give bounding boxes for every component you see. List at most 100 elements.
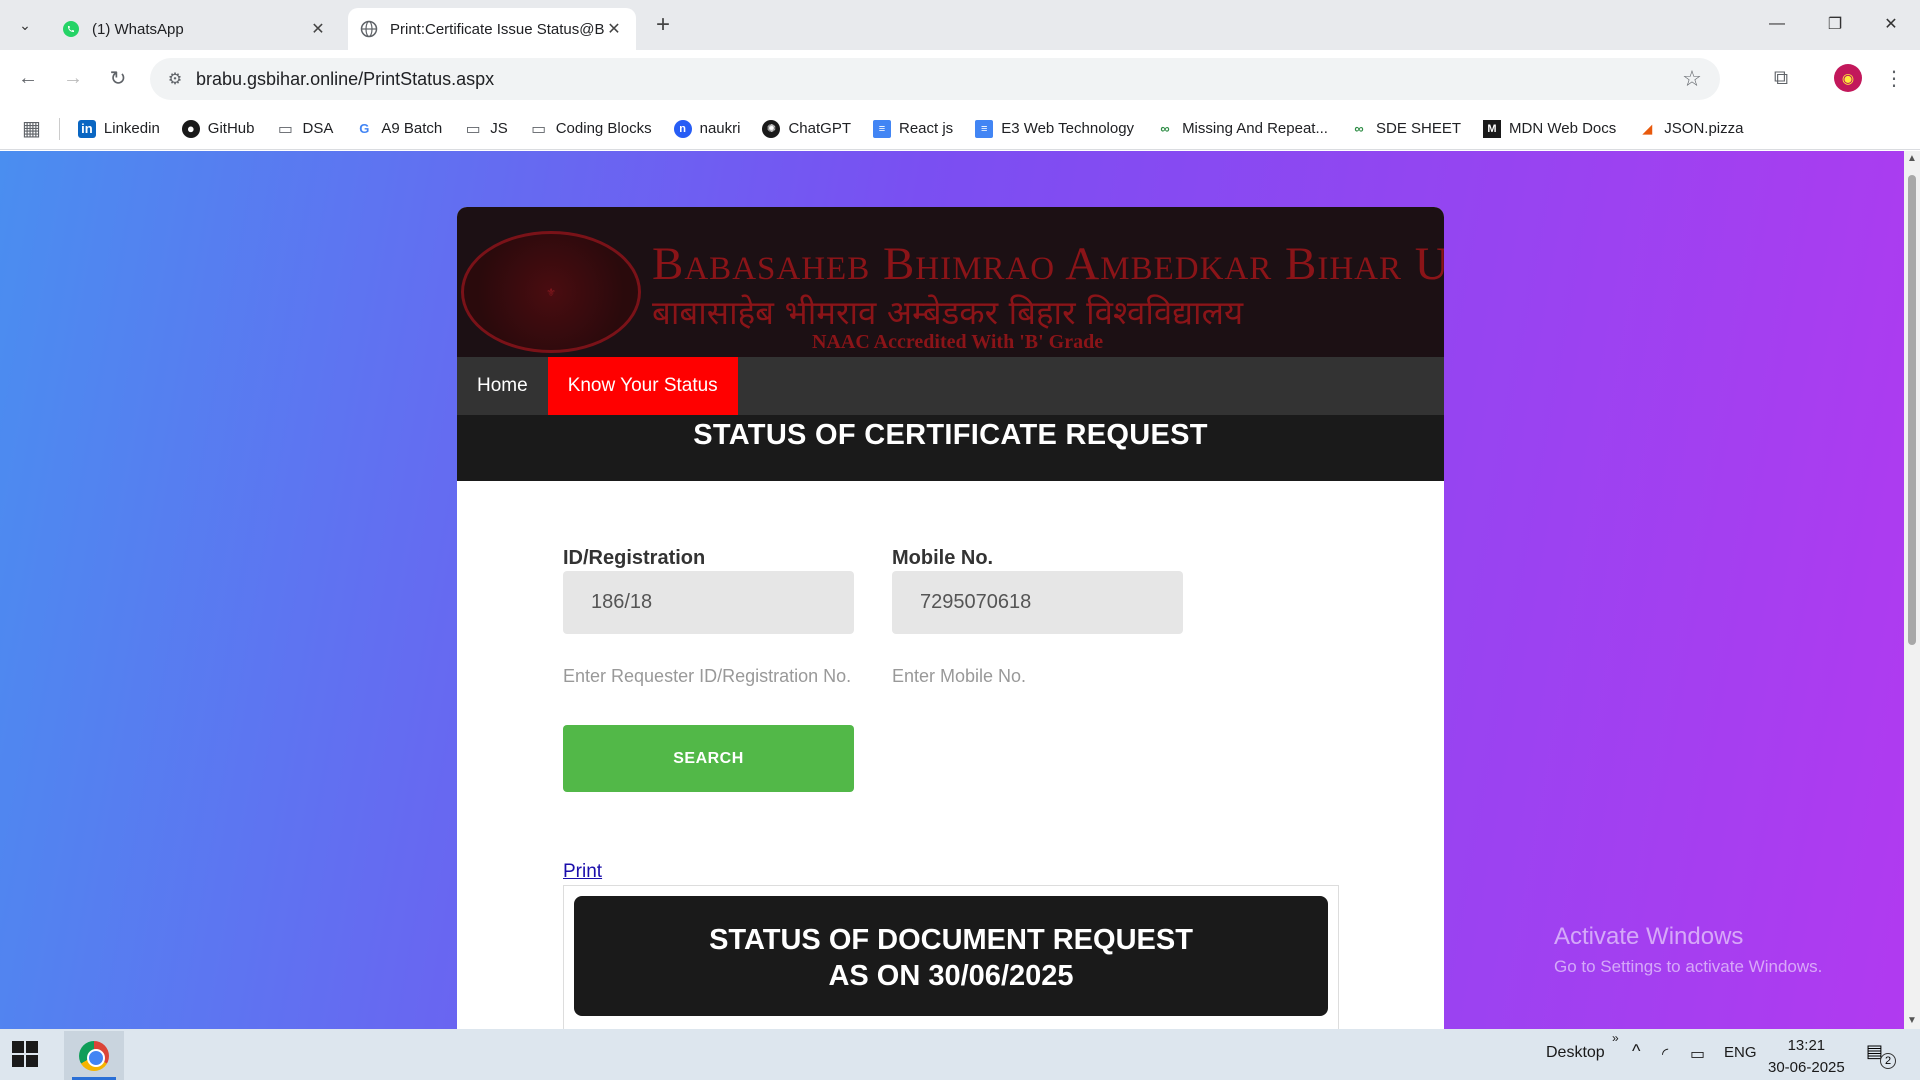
bookmark-github[interactable]: ● GitHub: [181, 119, 255, 138]
gfg-icon: ∞: [1160, 121, 1170, 136]
forward-button[interactable]: →: [55, 60, 91, 96]
mdn-icon: M: [1483, 119, 1502, 138]
chevron-down-icon: ⌄: [19, 16, 31, 33]
bookmark-react-js[interactable]: ≡ React js: [873, 119, 953, 138]
github-icon: ●: [181, 119, 200, 138]
clock-time: 13:21: [1787, 1037, 1826, 1054]
apps-grid-icon[interactable]: ▦: [22, 116, 41, 141]
google-icon: G: [359, 121, 370, 136]
page-scrollbar[interactable]: ▲ ▼: [1904, 151, 1920, 1029]
bookmark-label: JS: [490, 120, 508, 137]
bookmark-label: GitHub: [207, 120, 255, 137]
restore-button[interactable]: ❐: [1806, 0, 1864, 48]
battery-icon[interactable]: ▭: [1690, 1044, 1705, 1064]
toolbar-expand-icon[interactable]: »: [1612, 1031, 1619, 1045]
close-icon[interactable]: ✕: [604, 19, 624, 39]
folder-icon: ▭: [277, 120, 294, 138]
nav-home[interactable]: Home: [457, 357, 548, 415]
wifi-icon[interactable]: ◜: [1662, 1044, 1668, 1064]
id-label: ID/Registration: [563, 547, 706, 569]
whatsapp-icon: [62, 20, 80, 38]
id-help-text: Enter Requester ID/Registration No.: [563, 666, 852, 686]
new-tab-button[interactable]: +: [648, 10, 678, 40]
scrollbar-thumb[interactable]: [1908, 175, 1916, 645]
document-status-heading-line1: STATUS OF DOCUMENT REQUEST: [709, 924, 1193, 956]
profile-button[interactable]: ◉: [1830, 60, 1866, 96]
document-status-heading-line2: AS ON 30/06/2025: [828, 960, 1074, 992]
back-button[interactable]: ←: [10, 60, 46, 96]
chrome-icon: [79, 1040, 109, 1071]
watermark-line1: Activate Windows: [1554, 923, 1744, 950]
notification-center-button[interactable]: ▤ 2: [1866, 1041, 1896, 1069]
extensions-button[interactable]: ⧉: [1763, 60, 1799, 96]
chatgpt-icon: ✺: [762, 119, 781, 138]
bookmark-label: Linkedin: [103, 120, 160, 137]
star-icon[interactable]: ☆: [1672, 66, 1712, 92]
tab-title: Print:Certificate Issue Status@BI: [390, 20, 604, 38]
bookmark-a9-batch[interactable]: G A9 Batch: [355, 120, 442, 138]
activate-windows-watermark: Activate Windows Go to Settings to activ…: [1554, 923, 1822, 977]
url-text[interactable]: brabu.gsbihar.online/PrintStatus.aspx: [196, 69, 1672, 90]
system-clock[interactable]: 13:21 30-06-2025: [1768, 1035, 1845, 1079]
scroll-up-icon[interactable]: ▲: [1907, 153, 1917, 164]
taskbar-chrome[interactable]: [64, 1031, 124, 1080]
bookmark-label: ChatGPT: [788, 120, 851, 137]
doc-icon: ≡: [975, 119, 994, 138]
menu-button[interactable]: ⋮: [1876, 60, 1912, 96]
tab-certificate-status[interactable]: Print:Certificate Issue Status@BI ✕: [348, 8, 636, 50]
desktop-toolbar-label[interactable]: Desktop: [1546, 1044, 1605, 1062]
naukri-icon: n: [673, 119, 692, 138]
bookmark-mdn-web-docs[interactable]: M MDN Web Docs: [1483, 119, 1616, 138]
scroll-down-icon[interactable]: ▼: [1907, 1015, 1917, 1026]
bookmark-label: Coding Blocks: [555, 120, 652, 137]
page-title: STATUS OF CERTIFICATE REQUEST: [457, 415, 1444, 481]
close-icon[interactable]: ✕: [308, 19, 328, 39]
site-nav: Home Know Your Status: [457, 357, 1444, 415]
bookmark-sde-sheet[interactable]: ∞ SDE SHEET: [1350, 120, 1461, 138]
bookmark-label: A9 Batch: [381, 120, 443, 137]
tray-chevron-up-icon[interactable]: ^: [1632, 1041, 1640, 1062]
arrow-left-icon: ←: [18, 66, 38, 89]
browser-toolbar: ← → ↻ ⚙ brabu.gsbihar.online/PrintStatus…: [0, 50, 1920, 108]
bookmark-label: Missing And Repeat...: [1182, 120, 1328, 137]
bookmark-coding-blocks[interactable]: ▭ Coding Blocks: [530, 120, 652, 138]
linkedin-icon: in: [77, 119, 96, 138]
bookmark-js[interactable]: ▭ JS: [464, 120, 508, 138]
university-emblem: ⚜: [461, 231, 641, 353]
document-status-heading: STATUS OF DOCUMENT REQUEST AS ON 30/06/2…: [574, 896, 1328, 1016]
globe-icon: [360, 20, 378, 38]
mobile-label: Mobile No.: [892, 547, 994, 569]
address-bar[interactable]: ⚙ brabu.gsbihar.online/PrintStatus.aspx …: [150, 58, 1720, 100]
bookmark-chatgpt[interactable]: ✺ ChatGPT: [762, 119, 851, 138]
nav-know-your-status[interactable]: Know Your Status: [547, 357, 738, 415]
print-link[interactable]: Print: [563, 861, 602, 883]
tab-strip: ⌄ (1) WhatsApp ✕ Print:Certificate Issue…: [0, 0, 1920, 50]
bookmark-naukri[interactable]: n naukri: [673, 119, 740, 138]
bookmark-missing-and-repeat[interactable]: ∞ Missing And Repeat...: [1156, 120, 1328, 138]
language-indicator[interactable]: ENG: [1724, 1044, 1757, 1061]
site-settings-icon[interactable]: ⚙: [160, 69, 190, 89]
tab-whatsapp[interactable]: (1) WhatsApp ✕: [50, 8, 340, 50]
content-card: ⚜ Babasaheb Bhimrao Ambedkar Bihar Unive…: [457, 207, 1444, 1029]
bookmark-json-pizza[interactable]: ◢ JSON.pizza: [1638, 120, 1743, 138]
reload-button[interactable]: ↻: [100, 60, 136, 96]
id-registration-input[interactable]: 186/18: [563, 571, 854, 634]
bookmark-separator: [58, 117, 60, 140]
arrow-right-icon: →: [63, 66, 83, 89]
folder-icon: ▭: [531, 120, 547, 138]
tab-search-button[interactable]: ⌄: [8, 9, 42, 41]
notification-count: 2: [1880, 1053, 1896, 1069]
start-button[interactable]: [12, 1041, 40, 1069]
more-vert-icon: ⋮: [1884, 67, 1904, 90]
mobile-input[interactable]: 7295070618: [892, 571, 1183, 634]
minimize-button[interactable]: —: [1748, 0, 1806, 48]
bookmark-e3-web-technology[interactable]: ≡ E3 Web Technology: [975, 119, 1134, 138]
tab-title: (1) WhatsApp: [92, 20, 184, 38]
bookmark-dsa[interactable]: ▭ DSA: [276, 120, 333, 138]
gfg-icon: ∞: [1354, 121, 1364, 136]
close-window-button[interactable]: ✕: [1862, 0, 1920, 48]
reload-icon: ↻: [109, 67, 127, 90]
bookmark-linkedin[interactable]: in Linkedin: [77, 119, 160, 138]
university-name-hi: बाबासाहेब भीमराव अम्बेडकर बिहार विश्वविद…: [652, 293, 1244, 332]
search-button[interactable]: SEARCH: [563, 725, 854, 792]
